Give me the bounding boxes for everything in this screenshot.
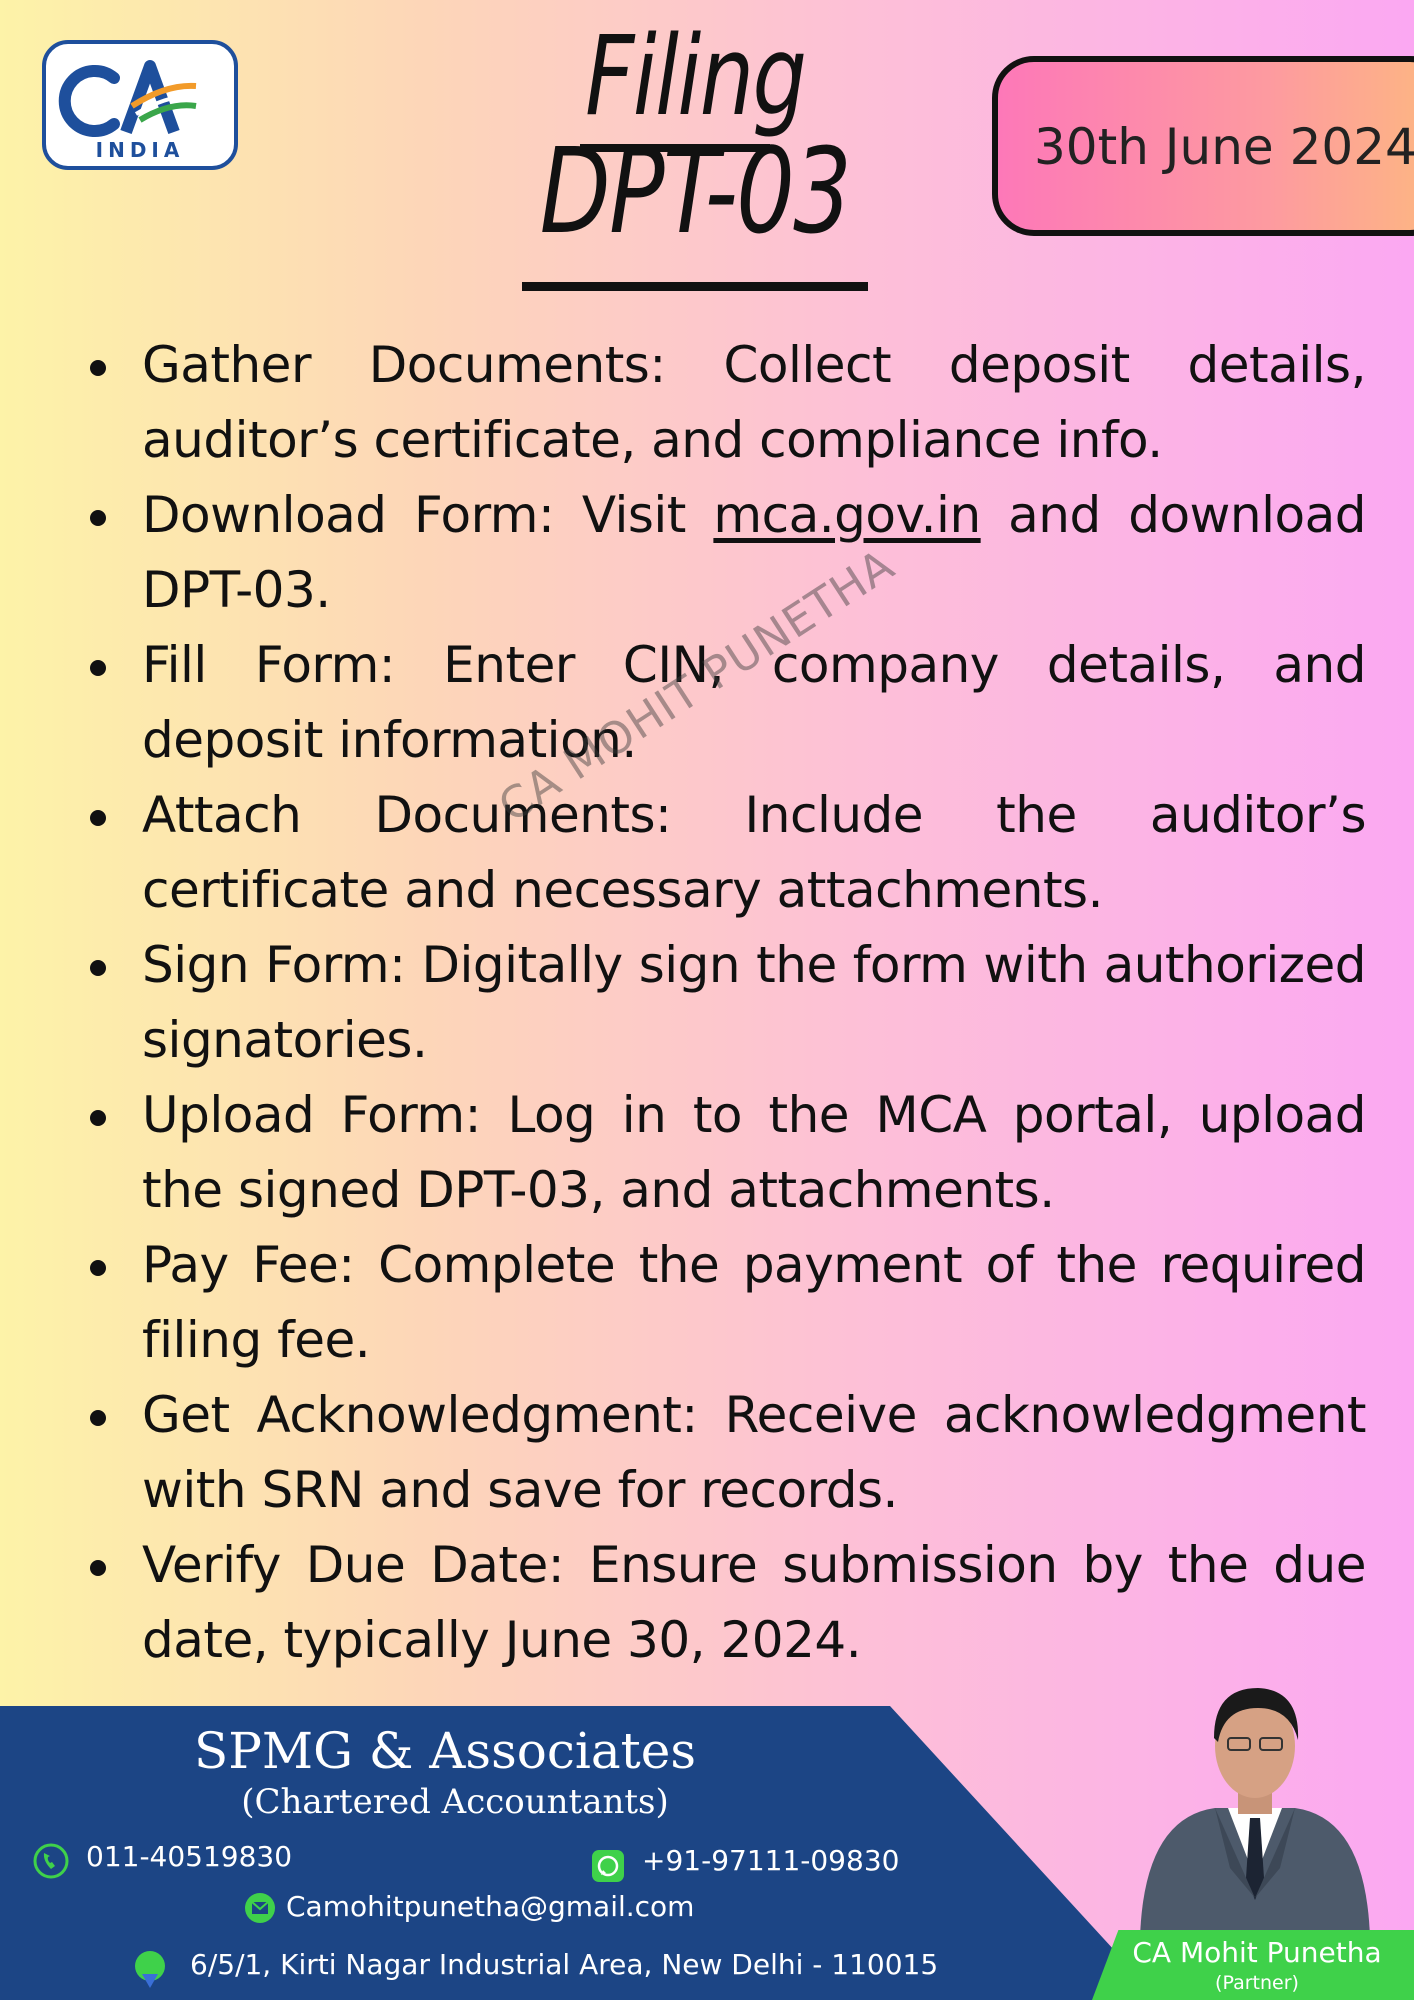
- step-item: Upload Form: Log in to the MCA portal, u…: [82, 1078, 1367, 1228]
- step-item: Get Acknowledgment: Receive acknowledgme…: [82, 1378, 1367, 1528]
- step-item: Verify Due Date: Ensure submission by th…: [82, 1528, 1367, 1678]
- location-pin-icon: [135, 1951, 165, 1988]
- step-item: Download Form: Visit mca.gov.in and down…: [82, 478, 1367, 628]
- address: 6/5/1, Kirti Nagar Industrial Area, New …: [190, 1948, 939, 1981]
- bullet-icon: [90, 810, 106, 826]
- step-text-before: Download Form: Visit: [142, 486, 714, 544]
- title-line1: Filing: [584, 12, 807, 140]
- bullet-icon: [90, 1110, 106, 1126]
- step-text: Download Form: Visit mca.gov.in and down…: [142, 478, 1367, 628]
- step-item: Sign Form: Digitally sign the form with …: [82, 928, 1367, 1078]
- steps-list: Gather Documents: Collect deposit detail…: [82, 328, 1367, 1678]
- page-title: Filing DPT-03: [470, 12, 920, 291]
- step-item: Gather Documents: Collect deposit detail…: [82, 328, 1367, 478]
- bullet-icon: [90, 1260, 106, 1276]
- partner-photo: [1140, 1688, 1370, 1938]
- bullet-icon: [90, 1410, 106, 1426]
- bullet-icon: [90, 360, 106, 376]
- step-text: Pay Fee: Complete the payment of the req…: [142, 1236, 1367, 1369]
- bullet-icon: [90, 510, 106, 526]
- step-text: Upload Form: Log in to the MCA portal, u…: [142, 1086, 1367, 1219]
- due-date-text: 30th June 2024: [1034, 118, 1414, 176]
- firm-name: SPMG & Associates: [193, 1722, 696, 1780]
- mca-link[interactable]: mca.gov.in: [713, 486, 981, 544]
- step-text: Attach Documents: Include the auditor’s …: [142, 786, 1367, 919]
- step-item: Pay Fee: Complete the payment of the req…: [82, 1228, 1367, 1378]
- email-address[interactable]: Camohitpunetha@gmail.com: [286, 1890, 694, 1923]
- whatsapp-number[interactable]: +91-97111-09830: [642, 1844, 899, 1877]
- mail-icon: [245, 1893, 275, 1923]
- logo-text: INDIA: [95, 138, 185, 162]
- step-text: Sign Form: Digitally sign the form with …: [142, 936, 1367, 1069]
- phone-number[interactable]: 011-40519830: [86, 1840, 292, 1873]
- due-date-badge: 30th June 2024: [992, 56, 1414, 236]
- step-text: Get Acknowledgment: Receive acknowledgme…: [142, 1386, 1367, 1519]
- step-item: Attach Documents: Include the auditor’s …: [82, 778, 1367, 928]
- partner-name: CA Mohit Punetha: [1132, 1936, 1382, 1969]
- phone-icon: [33, 1843, 69, 1879]
- partner-name-tag: CA Mohit Punetha (Partner): [1092, 1930, 1414, 2000]
- bullet-icon: [90, 1560, 106, 1576]
- title-underline-2: [522, 282, 868, 291]
- bullet-icon: [90, 960, 106, 976]
- title-underline-1: [580, 144, 770, 152]
- whatsapp-icon: [592, 1850, 624, 1882]
- partner-role: (Partner): [1215, 1972, 1299, 1994]
- poster: INDIA Filing DPT-03 30th June 2024 Gathe…: [0, 0, 1414, 2000]
- step-text: Gather Documents: Collect deposit detail…: [142, 336, 1367, 469]
- bullet-icon: [90, 660, 106, 676]
- ca-india-logo: INDIA: [42, 40, 238, 170]
- firm-subtitle: (Chartered Accountants): [241, 1782, 669, 1822]
- step-text: Verify Due Date: Ensure submission by th…: [142, 1536, 1367, 1669]
